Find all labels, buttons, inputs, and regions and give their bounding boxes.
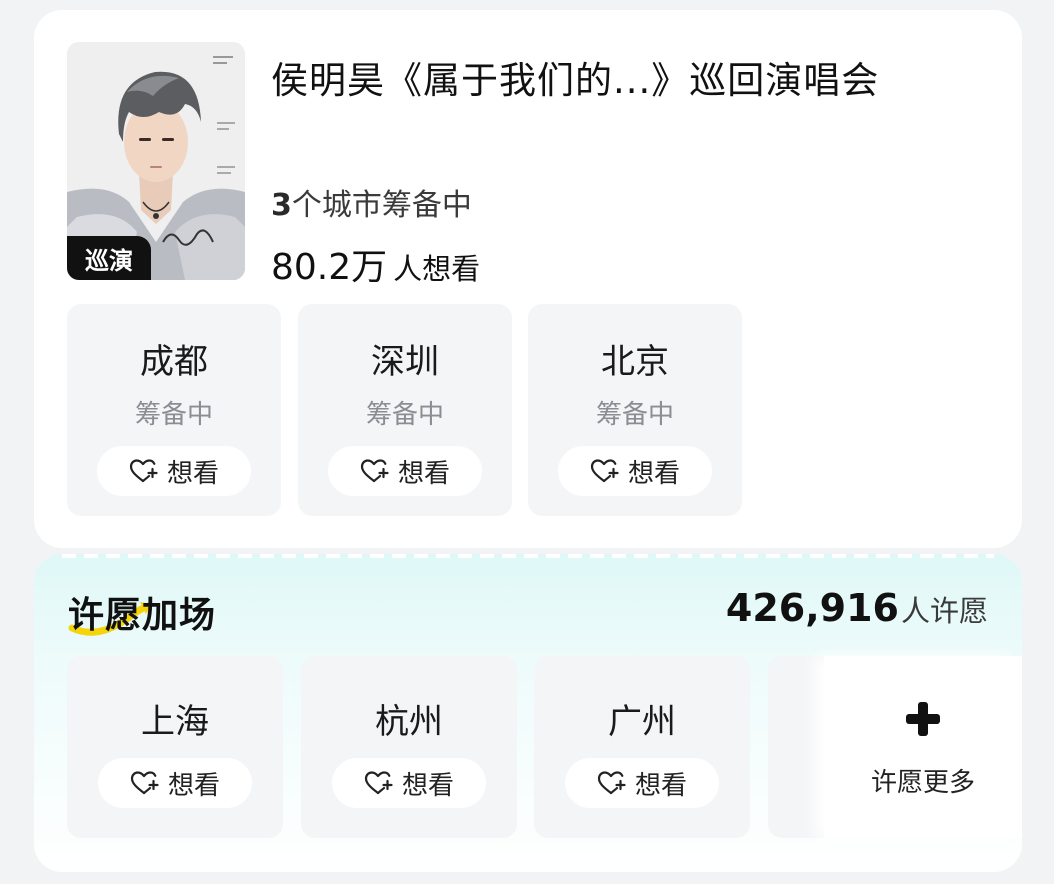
city-status: 筹备中 [365, 400, 444, 430]
wish-title: 许愿加场 [68, 586, 216, 638]
want-button[interactable]: 想看 [98, 758, 252, 808]
heart-plus-icon [360, 459, 389, 483]
want-button-label: 想看 [627, 458, 680, 489]
want-label: 人想看 [393, 252, 481, 286]
want-button-label: 想看 [397, 458, 450, 489]
city-status: 筹备中 [595, 400, 674, 430]
wish-count-label: 人许愿 [900, 594, 988, 628]
want-button[interactable]: 想看 [565, 758, 719, 808]
want-button[interactable]: 想看 [332, 758, 486, 808]
wish-title-text: 许愿加场 [68, 595, 217, 636]
city-name: 成都 [140, 342, 208, 382]
want-count-line: 80.2万 人想看 [271, 238, 480, 290]
city-card-shenzhen[interactable]: 深圳 筹备中 想看 [298, 304, 512, 516]
heart-plus-icon [597, 771, 626, 795]
city-name: 杭州 [375, 702, 443, 742]
heart-plus-icon [130, 771, 159, 795]
wish-city-shanghai[interactable]: 上海 想看 [67, 656, 283, 838]
heart-plus-icon [364, 771, 393, 795]
artist-poster[interactable]: 巡演 [67, 42, 245, 280]
want-button[interactable]: 想看 [558, 446, 712, 496]
wish-count-number: 426,916 [725, 586, 899, 630]
want-button[interactable]: 想看 [328, 446, 482, 496]
heart-plus-icon [129, 459, 158, 483]
dashed-divider [62, 554, 994, 558]
city-card-beijing[interactable]: 北京 筹备中 想看 [528, 304, 742, 516]
city-name: 上海 [141, 702, 209, 742]
wish-extra-show-card: 许愿加场 426,916人许愿 上海 想看 杭州 想看 广州 想看 许愿更多 [34, 554, 1022, 872]
city-count-number: 3 [271, 188, 292, 223]
want-button-label: 想看 [401, 770, 454, 801]
city-name: 深圳 [371, 342, 439, 382]
wish-city-guangzhou[interactable]: 广州 想看 [534, 656, 750, 838]
city-count: 3个城市筹备中 [271, 180, 472, 224]
wish-more-label: 许愿更多 [870, 768, 975, 798]
city-card-chengdu[interactable]: 成都 筹备中 想看 [67, 304, 281, 516]
wish-more-button[interactable]: 许愿更多 [824, 656, 1022, 838]
city-name: 北京 [601, 342, 669, 382]
tour-card[interactable]: 巡演 侯明昊《属于我们的...》巡回演唱会 3个城市筹备中 80.2万 人想看 成… [34, 10, 1022, 548]
tour-badge: 巡演 [67, 236, 151, 280]
city-name: 广州 [608, 702, 676, 742]
concert-title[interactable]: 侯明昊《属于我们的...》巡回演唱会 [271, 50, 879, 104]
want-button-label: 想看 [634, 770, 687, 801]
wish-city-hangzhou[interactable]: 杭州 想看 [301, 656, 517, 838]
wish-count: 426,916人许愿 [726, 586, 988, 630]
want-button-label: 想看 [167, 770, 220, 801]
heart-plus-icon [590, 459, 619, 483]
want-button-label: 想看 [166, 458, 219, 489]
want-count: 80.2万 [271, 247, 388, 288]
city-status: 筹备中 [134, 400, 213, 430]
city-count-text: 个城市筹备中 [291, 188, 472, 223]
want-button[interactable]: 想看 [97, 446, 251, 496]
plus-icon [906, 702, 940, 736]
